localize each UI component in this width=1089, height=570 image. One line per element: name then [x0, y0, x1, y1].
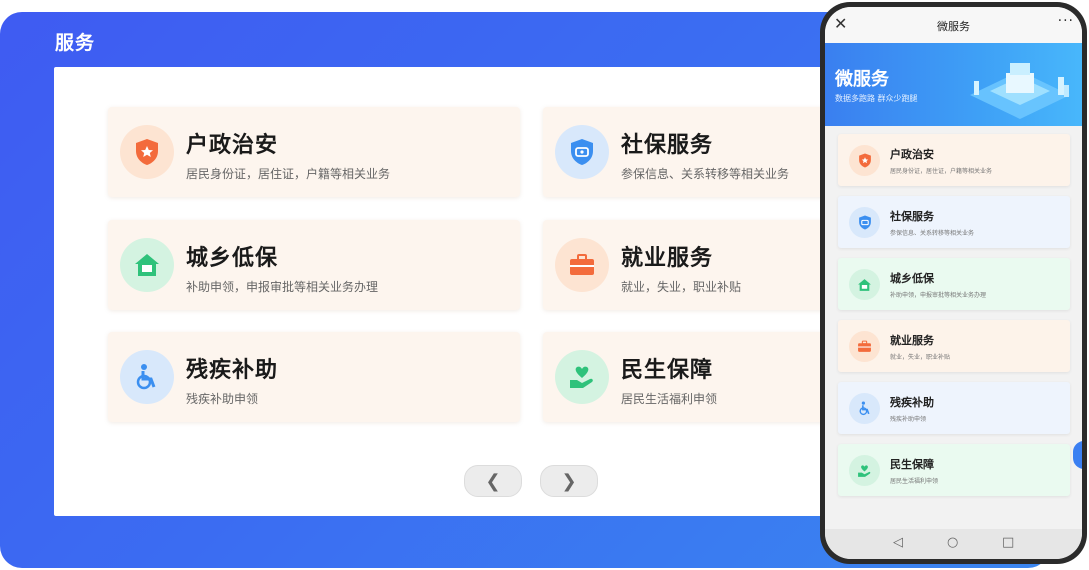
- mobile-card-desc: 残疾补助申领: [890, 416, 927, 423]
- next-page-button[interactable]: ❯: [540, 465, 598, 497]
- social-security-icon: [849, 207, 880, 238]
- mobile-card-title: 社保服务: [890, 210, 934, 223]
- wheelchair-icon: [849, 393, 880, 424]
- service-board: 户政治安 居民身份证，居住证，户籍等相关业务 社保服务 参保信息、关系转移等相关…: [54, 67, 955, 516]
- mobile-card-disability[interactable]: 残疾补助 残疾补助申领: [838, 382, 1070, 434]
- recent-apps-nav-icon[interactable]: □: [1002, 535, 1014, 550]
- banner-subtitle: 数据多跑路 群众少跑腿: [835, 94, 918, 103]
- police-badge-icon: [849, 145, 880, 176]
- banner-title: 微服务: [835, 69, 889, 90]
- more-icon[interactable]: ···: [1058, 13, 1074, 29]
- mobile-card-desc: 补助申领，申报审批等相关业务办理: [890, 292, 987, 299]
- mobile-card-title: 残疾补助: [890, 396, 934, 409]
- heart-hand-icon: [555, 350, 609, 404]
- service-card-low-income[interactable]: 城乡低保 补助申领，申报审批等相关业务办理: [108, 220, 520, 310]
- banner: 微服务 数据多跑路 群众少跑腿: [825, 43, 1082, 126]
- phone-screen: ✕ 微服务 ··· 微服务 数据多跑路 群众少跑腿 户政治安 居民身份证，居住证…: [825, 7, 1082, 559]
- mobile-card-employment[interactable]: 就业服务 就业，失业，职业补贴: [838, 320, 1070, 372]
- card-desc: 补助申领，申报审批等相关业务办理: [186, 280, 379, 294]
- card-title: 民生保障: [621, 358, 714, 383]
- card-desc: 居民生活福利申领: [621, 392, 718, 406]
- wheelchair-icon: [120, 350, 174, 404]
- heart-hand-icon: [849, 455, 880, 486]
- card-title: 城乡低保: [186, 246, 279, 271]
- card-title: 社保服务: [621, 133, 714, 158]
- briefcase-icon: [555, 238, 609, 292]
- mini-program-title: 微服务: [937, 20, 970, 33]
- back-nav-icon[interactable]: ◁: [893, 535, 903, 550]
- mobile-card-desc: 就业，失业，职业补贴: [890, 354, 951, 361]
- phone-frame: ✕ 微服务 ··· 微服务 数据多跑路 群众少跑腿 户政治安 居民身份证，居住证…: [820, 2, 1087, 564]
- mobile-card-low-income[interactable]: 城乡低保 补助申领，申报审批等相关业务办理: [838, 258, 1070, 310]
- mobile-card-desc: 居民身份证，居住证，户籍等相关业务: [890, 168, 993, 175]
- card-desc: 残疾补助申领: [186, 392, 259, 406]
- floating-assistant-button[interactable]: [1073, 441, 1082, 469]
- mobile-card-desc: 居民生活福利申领: [890, 478, 939, 485]
- mobile-card-title: 城乡低保: [890, 272, 934, 285]
- home-nav-icon[interactable]: ○: [947, 535, 958, 550]
- card-desc: 参保信息、关系转移等相关业务: [621, 167, 790, 181]
- mobile-card-title: 户政治安: [890, 148, 934, 161]
- social-security-icon: [555, 125, 609, 179]
- mobile-card-social-security[interactable]: 社保服务 参保信息、关系转移等相关业务: [838, 196, 1070, 248]
- briefcase-icon: [849, 331, 880, 362]
- page-title: 服务: [55, 32, 96, 54]
- card-title: 就业服务: [621, 246, 714, 271]
- mobile-card-desc: 参保信息、关系转移等相关业务: [890, 230, 975, 237]
- police-badge-icon: [120, 125, 174, 179]
- city-illustration-icon: [970, 63, 1070, 119]
- mini-program-topbar: ✕ 微服务 ···: [825, 7, 1082, 43]
- card-title: 残疾补助: [186, 358, 279, 383]
- low-income-house-icon: [120, 238, 174, 292]
- android-nav-bar: ◁ ○ □: [825, 529, 1082, 559]
- mobile-card-title: 就业服务: [890, 334, 934, 347]
- service-card-household[interactable]: 户政治安 居民身份证，居住证，户籍等相关业务: [108, 107, 520, 197]
- mobile-card-livelihood[interactable]: 民生保障 居民生活福利申领: [838, 444, 1070, 496]
- card-desc: 居民身份证，居住证，户籍等相关业务: [186, 167, 391, 181]
- card-title: 户政治安: [186, 133, 279, 158]
- service-card-disability[interactable]: 残疾补助 残疾补助申领: [108, 332, 520, 422]
- low-income-house-icon: [849, 269, 880, 300]
- mobile-card-title: 民生保障: [890, 458, 934, 471]
- prev-page-button[interactable]: ❮: [464, 465, 522, 497]
- card-desc: 就业，失业，职业补贴: [621, 280, 742, 294]
- mobile-card-household[interactable]: 户政治安 居民身份证，居住证，户籍等相关业务: [838, 134, 1070, 186]
